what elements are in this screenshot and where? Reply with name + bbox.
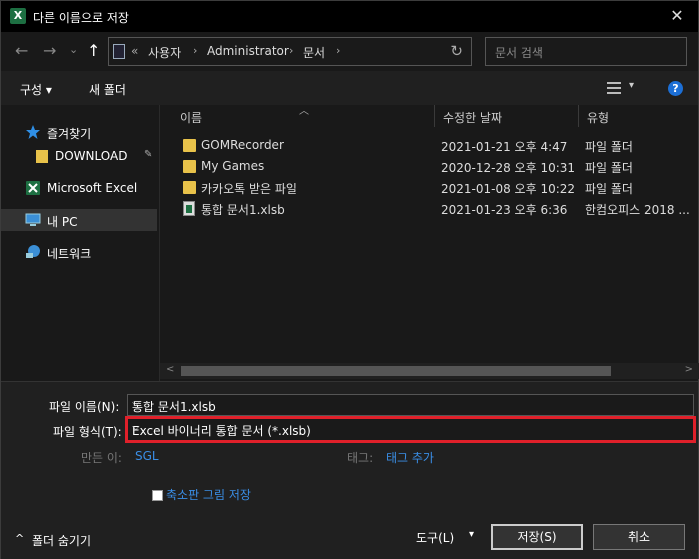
back-arrow-icon[interactable]: ←: [15, 42, 28, 60]
file-name: GOMRecorder: [201, 138, 284, 152]
folder-icon: [183, 181, 196, 194]
breadcrumb-separator[interactable]: ›: [289, 44, 293, 57]
search-placeholder: 문서 검색: [495, 46, 543, 60]
sidebar-item-label: Microsoft Excel: [47, 181, 138, 195]
save-button[interactable]: 저장(S): [491, 524, 583, 550]
table-row[interactable]: My Games 2020-12-28 오후 10:31 파일 폴더: [160, 157, 699, 177]
save-thumbnail-label[interactable]: 축소판 그림 저장: [166, 486, 251, 503]
sidebar-item-microsoft-excel[interactable]: Microsoft Excel: [1, 177, 157, 199]
sidebar-item-label: DOWNLOAD: [55, 149, 128, 163]
filetype-label: 파일 형식(T):: [53, 425, 122, 439]
scrollbar-thumb[interactable]: [181, 366, 611, 376]
tags-label: 태그:: [347, 451, 374, 465]
scroll-right-icon[interactable]: >: [685, 364, 693, 375]
filename-input[interactable]: 통합 문서1.xlsb ⌵: [127, 394, 694, 416]
chevron-down-icon[interactable]: ⌵: [132, 422, 687, 433]
table-row[interactable]: 통합 문서1.xlsb 2021-01-23 오후 6:36 한컴오피스 201…: [160, 199, 699, 219]
chevron-up-icon[interactable]: ^: [15, 532, 24, 545]
organize-button[interactable]: 구성 ▾: [20, 81, 52, 98]
recent-locations-icon[interactable]: ⌄: [69, 41, 78, 59]
sidebar-item-label: 즐겨찾기: [47, 127, 92, 141]
refresh-icon[interactable]: ↻: [450, 42, 463, 60]
file-name: 통합 문서1.xlsb: [201, 203, 285, 217]
file-name: 카카오톡 받은 파일: [201, 182, 297, 196]
table-row[interactable]: GOMRecorder 2021-01-21 오후 4:47 파일 폴더: [160, 136, 699, 156]
breadcrumb-administrator[interactable]: Administrator: [207, 44, 289, 58]
file-date: 2021-01-08 오후 10:22: [441, 182, 576, 196]
title-bar: X 다른 이름으로 저장 ✕: [1, 1, 698, 32]
hide-folders-button[interactable]: 폴더 숨기기: [32, 532, 91, 549]
file-date: 2020-12-28 오후 10:31: [441, 161, 576, 175]
horizontal-scrollbar[interactable]: < >: [160, 363, 699, 379]
sidebar-item-label: 네트워크: [47, 247, 92, 261]
forward-arrow-icon[interactable]: →: [43, 42, 56, 60]
star-icon: [25, 124, 41, 140]
column-header-name[interactable]: 이름: [172, 105, 435, 127]
pin-icon: ✎: [144, 149, 153, 160]
sidebar-item-network[interactable]: 네트워크: [1, 241, 157, 263]
column-header-date[interactable]: 수정한 날짜: [435, 105, 579, 127]
address-bar[interactable]: « 사용자 › Administrator › 문서 › ↻: [108, 37, 472, 66]
breadcrumb-overflow[interactable]: «: [131, 44, 138, 58]
spreadsheet-file-icon: [183, 201, 195, 216]
search-input[interactable]: 문서 검색: [485, 37, 687, 66]
file-date: 2021-01-21 오후 4:47: [441, 140, 568, 154]
breadcrumb-users[interactable]: 사용자: [148, 44, 181, 61]
documents-location-icon: [113, 44, 125, 59]
view-dropdown-icon[interactable]: ▾: [629, 80, 634, 91]
navigation-pane: 즐겨찾기 DOWNLOAD ✎ Microsoft Excel 내 PC 네트워…: [1, 105, 159, 381]
navigation-bar: ← → ⌄ ↑ « 사용자 › Administrator › 문서 › ↻ 문…: [1, 32, 698, 71]
author-value[interactable]: SGL: [135, 449, 159, 463]
filename-label: 파일 이름(N):: [49, 400, 120, 414]
author-label: 만든 이:: [81, 451, 122, 465]
cancel-button[interactable]: 취소: [593, 524, 685, 550]
save-thumbnail-checkbox[interactable]: [152, 490, 163, 501]
file-type: 한컴오피스 2018 ...: [585, 203, 690, 217]
folder-icon: [183, 160, 196, 173]
breadcrumb-separator[interactable]: ›: [193, 44, 197, 57]
breadcrumb-separator[interactable]: ›: [336, 44, 340, 57]
tools-button[interactable]: 도구(L): [416, 529, 454, 546]
scroll-left-icon[interactable]: <: [166, 364, 174, 375]
computer-icon: [25, 212, 41, 228]
toolbar: 구성 ▾ 새 폴더 ▾ ?: [1, 71, 698, 105]
close-icon[interactable]: ✕: [666, 5, 688, 27]
help-icon[interactable]: ?: [668, 81, 683, 96]
excel-app-icon: X: [10, 8, 26, 24]
file-name: My Games: [201, 159, 265, 173]
table-row[interactable]: 카카오톡 받은 파일 2021-01-08 오후 10:22 파일 폴더: [160, 178, 699, 198]
save-as-dialog: X 다른 이름으로 저장 ✕ ← → ⌄ ↑ « 사용자 › Administr…: [0, 0, 699, 559]
dialog-title: 다른 이름으로 저장: [33, 11, 129, 25]
folder-icon: [183, 139, 196, 152]
file-type: 파일 폴더: [585, 161, 633, 175]
column-header-type[interactable]: 유형: [579, 105, 697, 127]
breadcrumb-documents[interactable]: 문서: [303, 44, 325, 61]
network-icon: [25, 244, 41, 260]
file-type: 파일 폴더: [585, 182, 633, 196]
file-list: ︿ 이름 수정한 날짜 유형 GOMRecorder 2021-01-21 오후…: [159, 105, 699, 381]
sidebar-item-label: 내 PC: [47, 215, 78, 229]
new-folder-button[interactable]: 새 폴더: [89, 81, 126, 98]
view-options-icon[interactable]: [607, 82, 621, 94]
excel-icon: [25, 180, 41, 196]
add-tags-field[interactable]: 태그 추가: [386, 449, 434, 466]
sidebar-item-download[interactable]: DOWNLOAD ✎: [1, 145, 157, 167]
tools-dropdown-icon[interactable]: ▾: [469, 529, 474, 540]
file-date: 2021-01-23 오후 6:36: [441, 203, 568, 217]
save-form: 파일 이름(N): 통합 문서1.xlsb ⌵ 파일 형식(T): Excel …: [1, 381, 698, 559]
up-arrow-icon[interactable]: ↑: [87, 42, 100, 60]
folder-icon: [35, 148, 51, 164]
chevron-down-icon[interactable]: ⌵: [132, 398, 687, 409]
filetype-select[interactable]: Excel 바이너리 통합 문서 (*.xlsb) ⌵: [125, 416, 696, 443]
sidebar-item-quick-access[interactable]: 즐겨찾기: [1, 121, 157, 143]
sidebar-item-this-pc[interactable]: 내 PC: [1, 209, 157, 231]
file-type: 파일 폴더: [585, 140, 633, 154]
